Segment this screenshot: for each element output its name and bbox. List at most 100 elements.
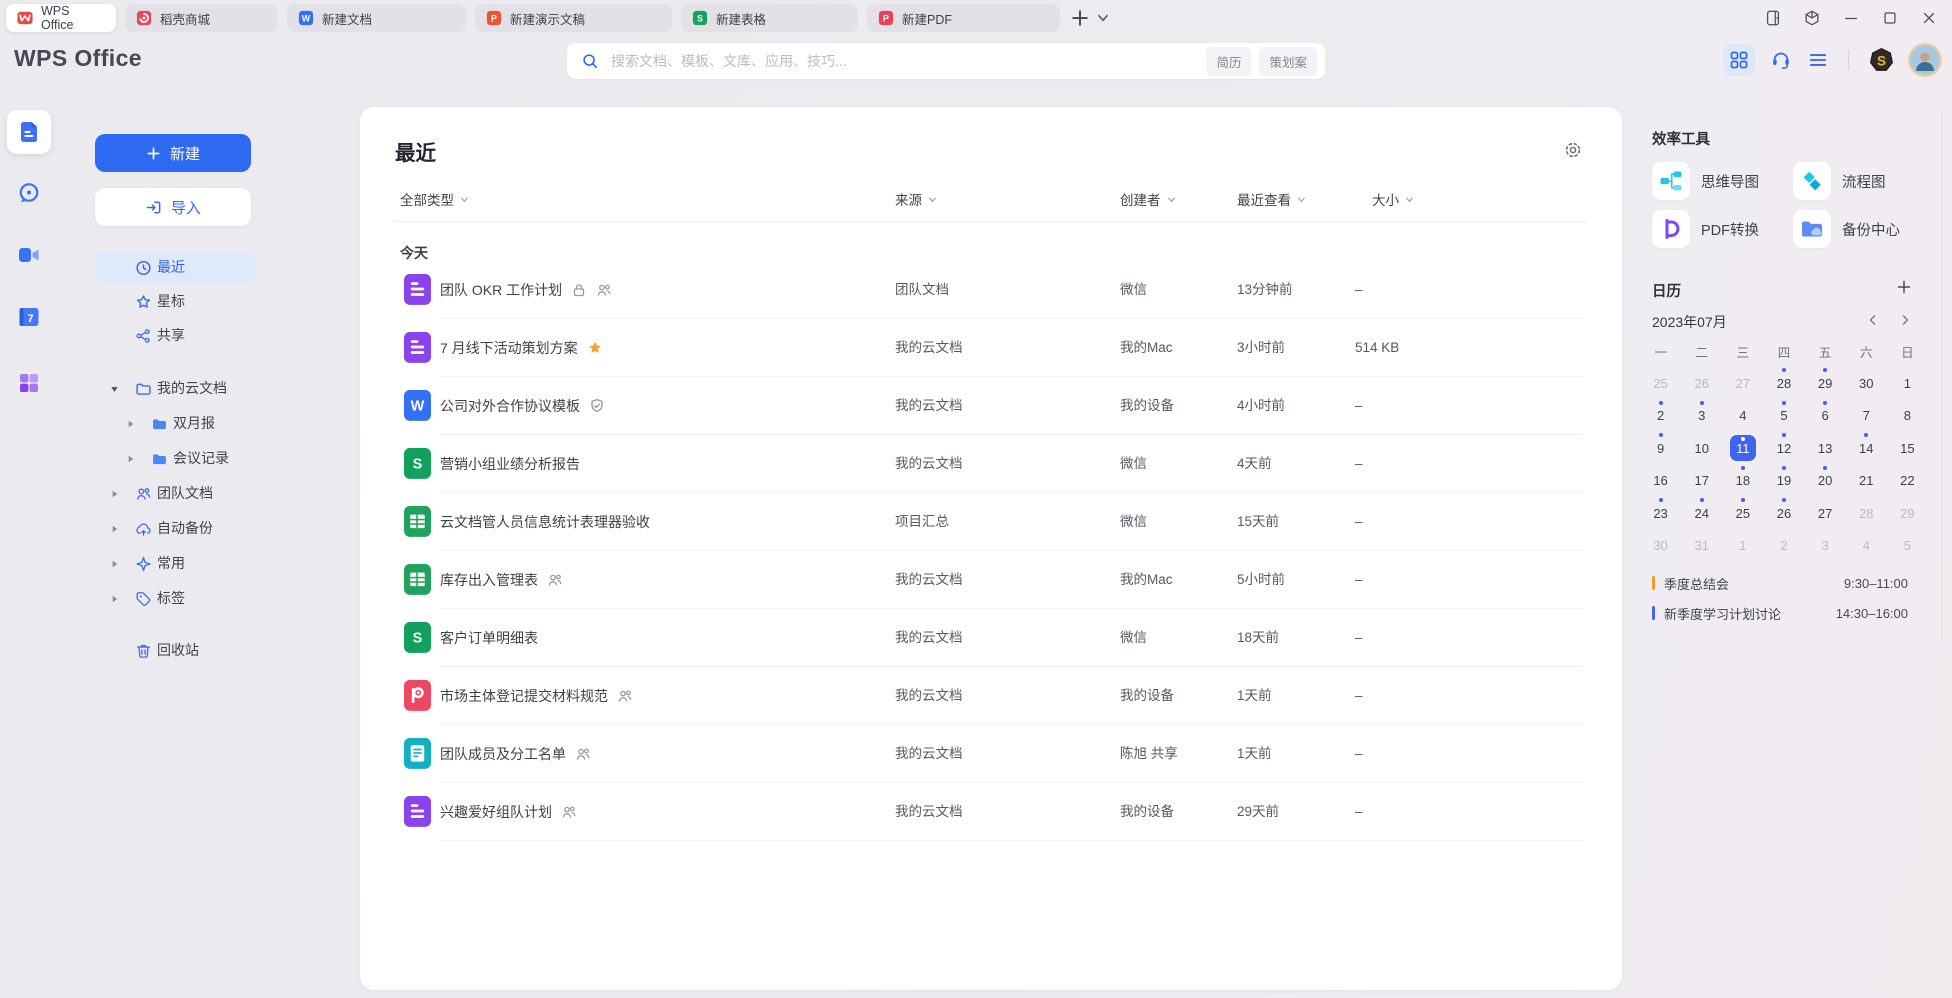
sidebar-item-meeting-notes[interactable]: 会议记录 [95,443,255,474]
global-search-bar[interactable]: 简历策划案 [567,43,1325,79]
calendar-day[interactable]: 21 [1846,465,1887,498]
calendar-day[interactable]: 28 [1846,497,1887,530]
calendar-day[interactable]: 23 [1640,497,1681,530]
settings-gear-icon[interactable] [1563,140,1583,160]
tool-backup-center[interactable]: 备份中心 [1793,210,1930,248]
calendar-day[interactable]: 31 [1681,530,1722,563]
sidebar-item-bimonthly-report[interactable]: 双月报 [95,408,255,439]
sidebar-item-tags[interactable]: 标签 [95,583,255,614]
calendar-day[interactable]: 5 [1763,400,1804,433]
calendar-day[interactable]: 26 [1681,367,1722,400]
rail-item-docs-home[interactable] [7,110,51,154]
minimize-button[interactable] [1842,9,1860,27]
calendar-day[interactable]: 19 [1763,465,1804,498]
search-tag-2[interactable]: 策划案 [1259,47,1317,76]
rail-item-meeting[interactable] [7,233,51,277]
main-menu-icon[interactable] [1807,49,1829,71]
calendar-day[interactable]: 6 [1805,400,1846,433]
calendar-day[interactable]: 3 [1681,400,1722,433]
sidebar-item-shared[interactable]: 共享 [95,320,255,351]
caret-right-icon[interactable] [109,593,120,604]
caret-right-icon[interactable] [125,418,136,429]
calendar-day[interactable]: 28 [1763,367,1804,400]
calendar-day[interactable]: 3 [1805,530,1846,563]
calendar-event[interactable]: 新季度学习计划讨论14:30–16:00 [1652,598,1908,628]
calendar-day[interactable]: 10 [1681,432,1722,465]
column-creator[interactable]: 创建者 [1120,188,1177,210]
file-row[interactable]: S客户订单明细表我的云文档微信18天前– [360,609,1622,667]
new-tab-button[interactable] [1070,8,1090,28]
calendar-day[interactable]: 20 [1805,465,1846,498]
file-row[interactable]: 团队 OKR 工作计划团队文档微信13分钟前– [360,261,1622,319]
tab-list-dropdown[interactable] [1096,11,1110,25]
calendar-next-icon[interactable] [1899,314,1911,326]
calendar-day-selected[interactable]: 11 [1722,432,1763,465]
file-row[interactable]: 7 月线下活动策划方案我的云文档我的Mac3小时前514 KB [360,319,1622,377]
column-source[interactable]: 来源 [895,188,938,210]
calendar-day[interactable]: 8 [1887,400,1928,433]
calendar-day[interactable]: 9 [1640,432,1681,465]
new-document-button[interactable]: 新建 [95,134,251,172]
avatar[interactable] [1910,45,1940,75]
workspace-button[interactable] [1803,9,1821,27]
maximize-button[interactable] [1881,9,1899,27]
file-row[interactable]: 兴趣爱好组队计划我的云文档我的设备29天前– [360,783,1622,841]
calendar-day[interactable]: 18 [1722,465,1763,498]
support-icon[interactable] [1770,49,1792,71]
calendar-day[interactable]: 16 [1640,465,1681,498]
calendar-day[interactable]: 22 [1887,465,1928,498]
calendar-day[interactable]: 12 [1763,432,1804,465]
rail-item-calendar-app[interactable]: 7 [7,295,51,339]
tab-new-document[interactable]: W新建文档 [287,4,466,32]
calendar-day[interactable]: 24 [1681,497,1722,530]
calendar-day[interactable]: 1 [1887,367,1928,400]
sidebar-item-frequent[interactable]: 常用 [95,548,255,579]
tab-wps-office[interactable]: WPS Office [6,4,116,32]
file-row[interactable]: 市场主体登记提交材料规范我的云文档我的设备1天前– [360,667,1622,725]
caret-down-icon[interactable] [109,383,120,394]
calendar-day[interactable]: 27 [1722,367,1763,400]
sidebar-item-auto-backup[interactable]: 自动备份 [95,513,255,544]
search-tag-1[interactable]: 简历 [1206,47,1251,76]
file-row[interactable]: 库存出入管理表我的云文档我的Mac5小时前– [360,551,1622,609]
sidebar-item-recycle-bin[interactable]: 回收站 [95,635,255,666]
calendar-day[interactable]: 27 [1805,497,1846,530]
caret-right-icon[interactable] [109,523,120,534]
calendar-day[interactable]: 2 [1640,400,1681,433]
tool-mind-map[interactable]: 思维导图 [1652,162,1793,200]
calendar-day[interactable]: 29 [1805,367,1846,400]
calendar-day[interactable]: 29 [1887,497,1928,530]
file-row[interactable]: 团队成员及分工名单我的云文档陈旭 共享1天前– [360,725,1622,783]
caret-right-icon[interactable] [125,453,136,464]
calendar-day[interactable]: 14 [1846,432,1887,465]
file-row[interactable]: S营销小组业绩分析报告我的云文档微信4天前– [360,435,1622,493]
column-size[interactable]: 大小 [1372,188,1415,210]
calendar-day[interactable]: 4 [1722,400,1763,433]
tool-flowchart[interactable]: 流程图 [1793,162,1930,200]
calendar-day[interactable]: 26 [1763,497,1804,530]
calendar-day[interactable]: 30 [1640,530,1681,563]
filter-all-types[interactable]: 全部类型 [400,188,470,210]
tab-new-presentation[interactable]: P新建演示文稿 [475,4,672,32]
apps-grid-icon[interactable] [1723,44,1755,76]
rail-item-chat[interactable] [7,171,51,215]
tool-pdf-convert[interactable]: PDF转换 [1652,210,1793,248]
split-view-button[interactable] [1764,9,1782,27]
close-button[interactable] [1920,9,1938,27]
tab-docer-mall[interactable]: 稻壳商城 [125,4,278,32]
calendar-day[interactable]: 1 [1722,530,1763,563]
sidebar-item-team-docs[interactable]: 团队文档 [95,478,255,509]
calendar-event[interactable]: 季度总结会9:30–11:00 [1652,568,1908,598]
caret-right-icon[interactable] [109,488,120,499]
calendar-day[interactable]: 13 [1805,432,1846,465]
calendar-day[interactable]: 17 [1681,465,1722,498]
tab-new-spreadsheet[interactable]: S新建表格 [681,4,858,32]
file-row[interactable]: 云文档管人员信息统计表理器验收项目汇总微信15天前– [360,493,1622,551]
calendar-day[interactable]: 7 [1846,400,1887,433]
calendar-day[interactable]: 15 [1887,432,1928,465]
rail-item-apps[interactable] [7,361,51,405]
calendar-day[interactable]: 25 [1722,497,1763,530]
calendar-day[interactable]: 30 [1846,367,1887,400]
calendar-day[interactable]: 4 [1846,530,1887,563]
calendar-add-icon[interactable] [1896,279,1912,295]
